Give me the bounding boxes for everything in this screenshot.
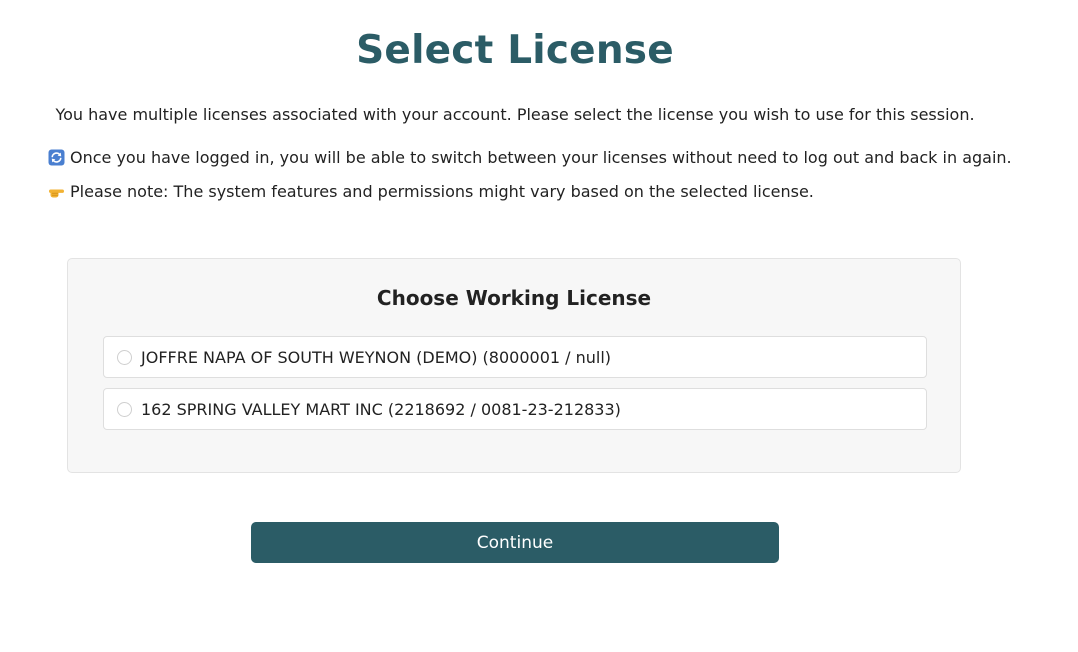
license-option-label: JOFFRE NAPA OF SOUTH WEYNON (DEMO) (8000… [141, 347, 612, 367]
card-title: Choose Working License [376, 286, 652, 310]
license-selection-card: Choose Working License JOFFRE NAPA OF SO… [67, 258, 961, 473]
license-option[interactable]: JOFFRE NAPA OF SOUTH WEYNON (DEMO) (8000… [103, 336, 927, 378]
license-option[interactable]: 162 SPRING VALLEY MART INC (2218692 / 00… [103, 388, 927, 430]
select-license-page: Select License You have multiple license… [0, 0, 1078, 652]
license-radio[interactable] [117, 349, 132, 365]
continue-button[interactable]: Continue [251, 522, 779, 563]
license-radio[interactable] [117, 401, 132, 417]
switch-license-note-text: Once you have logged in, you will be abl… [70, 148, 1012, 167]
page-title: Select License [356, 28, 674, 73]
intro-text: You have multiple licenses associated wi… [55, 105, 975, 124]
permissions-note-text: Please note: The system features and per… [70, 182, 814, 201]
permissions-note: Please note: The system features and per… [48, 182, 814, 201]
pointing-hand-icon [48, 183, 65, 200]
refresh-icon [48, 149, 65, 166]
switch-license-note: Once you have logged in, you will be abl… [48, 148, 1012, 167]
license-option-label: 162 SPRING VALLEY MART INC (2218692 / 00… [141, 399, 621, 419]
